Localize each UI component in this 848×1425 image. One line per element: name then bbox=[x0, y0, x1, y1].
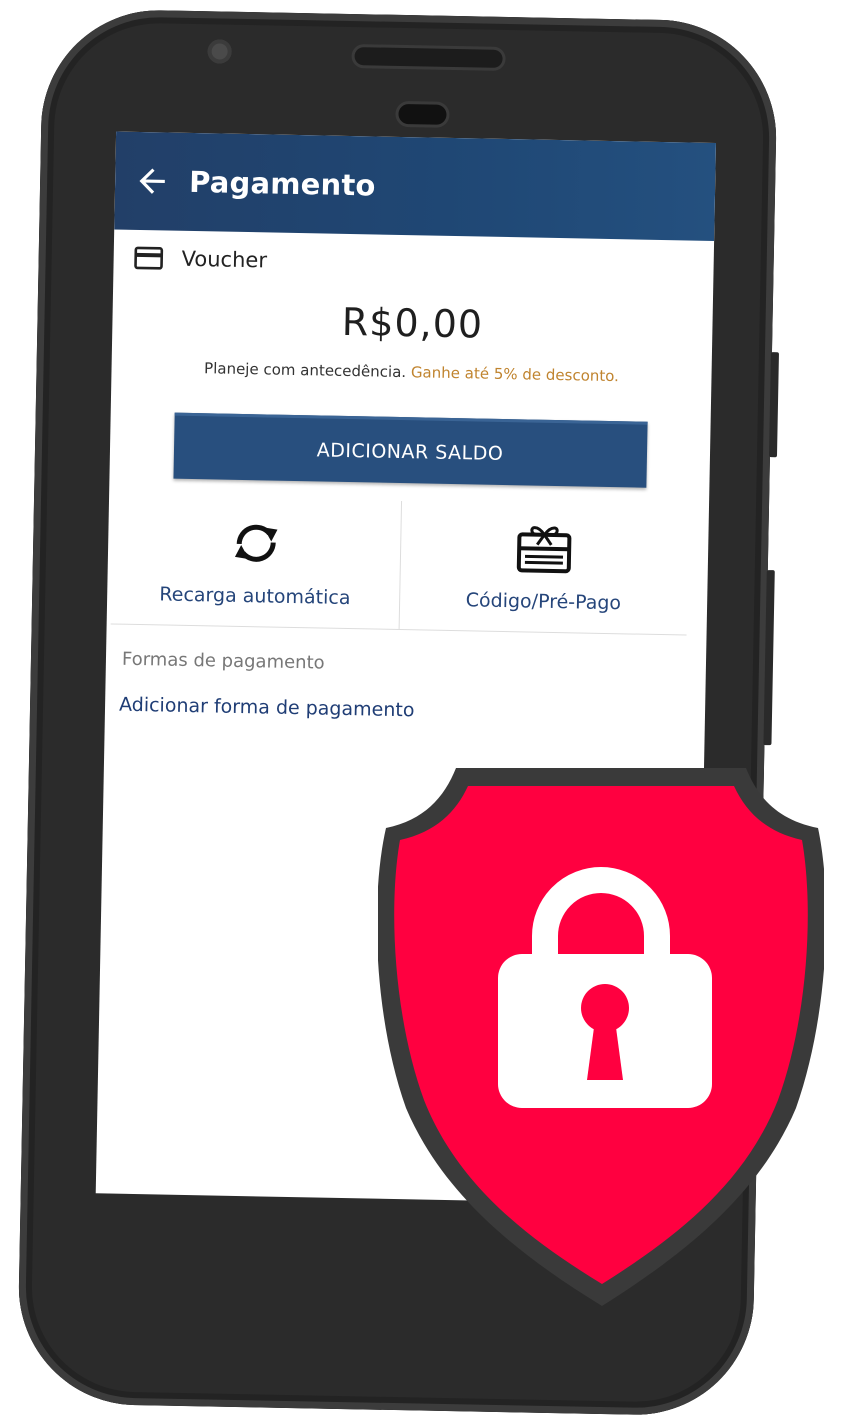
shield-lock-icon bbox=[378, 768, 824, 1306]
front-camera bbox=[207, 39, 232, 64]
payment-methods-heading: Formas de pagamento bbox=[121, 648, 325, 674]
credit-card-icon bbox=[134, 246, 164, 270]
voucher-actions: Recarga automática Código/Pré-Pago bbox=[110, 495, 690, 636]
voucher-balance: R$0,00 bbox=[341, 299, 484, 347]
promo-message: Planeje com antecedência. Ganhe até 5% d… bbox=[111, 357, 711, 387]
page-title: Pagamento bbox=[188, 164, 376, 203]
back-arrow-icon[interactable] bbox=[133, 162, 172, 201]
app-bar: Pagamento bbox=[114, 131, 716, 241]
promo-text: Planeje com antecedência. bbox=[203, 359, 407, 382]
refresh-icon bbox=[234, 524, 278, 562]
gift-card-icon bbox=[517, 526, 572, 574]
promo-discount: Ganhe até 5% de desconto. bbox=[410, 363, 620, 386]
prepaid-code-label: Código/Pré-Pago bbox=[465, 589, 622, 615]
auto-recharge-button[interactable]: Recarga automática bbox=[110, 495, 402, 630]
power-button[interactable] bbox=[768, 352, 779, 458]
voucher-header: Voucher bbox=[113, 229, 714, 297]
volume-button[interactable] bbox=[763, 570, 775, 746]
prepaid-code-button[interactable]: Código/Pré-Pago bbox=[399, 501, 689, 634]
stage: Pagamento Voucher R$0,00 Planeje com ant… bbox=[0, 0, 848, 1425]
add-payment-method-link[interactable]: Adicionar forma de pagamento bbox=[119, 694, 705, 727]
proximity-sensor bbox=[398, 103, 447, 125]
voucher-label: Voucher bbox=[181, 246, 268, 273]
auto-recharge-label: Recarga automática bbox=[159, 583, 351, 610]
earpiece-speaker bbox=[354, 47, 503, 68]
add-balance-button[interactable]: ADICIONAR SALDO bbox=[172, 412, 648, 488]
